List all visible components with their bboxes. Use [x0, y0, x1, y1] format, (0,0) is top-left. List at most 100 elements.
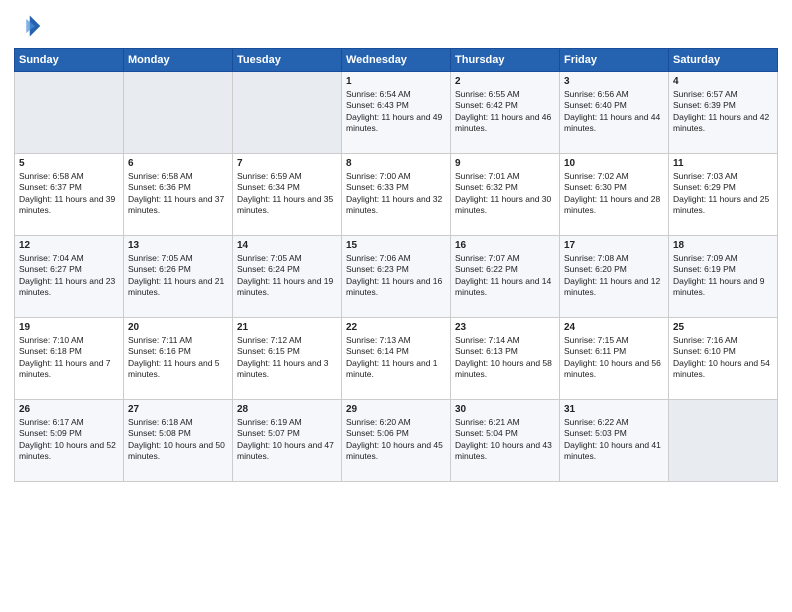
header-cell-saturday: Saturday [669, 49, 778, 72]
cell-content: Sunrise: 6:18 AM Sunset: 5:08 PM Dayligh… [128, 417, 228, 463]
day-number: 26 [19, 404, 119, 415]
day-number: 9 [455, 158, 555, 169]
day-number: 29 [346, 404, 446, 415]
day-number: 27 [128, 404, 228, 415]
day-number: 14 [237, 240, 337, 251]
calendar-cell: 5 Sunrise: 6:58 AM Sunset: 6:37 PM Daylig… [15, 154, 124, 236]
page: SundayMondayTuesdayWednesdayThursdayFrid… [0, 0, 792, 612]
calendar-cell: 23 Sunrise: 7:14 AM Sunset: 6:13 PM Dayli… [451, 318, 560, 400]
calendar-cell: 19 Sunrise: 7:10 AM Sunset: 6:18 PM Dayli… [15, 318, 124, 400]
day-number: 31 [564, 404, 664, 415]
cell-content: Sunrise: 6:58 AM Sunset: 6:37 PM Dayligh… [19, 171, 119, 217]
calendar-cell: 11Sunrise: 7:03 AM Sunset: 6:29 PM Dayli… [669, 154, 778, 236]
calendar-cell: 1Sunrise: 6:54 AM Sunset: 6:43 PM Daylig… [342, 72, 451, 154]
cell-content: Sunrise: 6:58 AM Sunset: 6:36 PM Dayligh… [128, 171, 228, 217]
calendar-cell: 6 Sunrise: 6:58 AM Sunset: 6:36 PM Daylig… [124, 154, 233, 236]
calendar-cell: 20 Sunrise: 7:11 AM Sunset: 6:16 PM Dayli… [124, 318, 233, 400]
calendar-cell: 21 Sunrise: 7:12 AM Sunset: 6:15 PM Dayli… [233, 318, 342, 400]
day-number: 24 [564, 322, 664, 333]
calendar-cell: 18Sunrise: 7:09 AM Sunset: 6:19 PM Dayli… [669, 236, 778, 318]
calendar-cell: 12Sunrise: 7:04 AM Sunset: 6:27 PM Dayli… [15, 236, 124, 318]
cell-content: Sunrise: 6:19 AM Sunset: 5:07 PM Dayligh… [237, 417, 337, 463]
calendar-cell: 28 Sunrise: 6:19 AM Sunset: 5:07 PM Dayli… [233, 400, 342, 482]
cell-content: Sunrise: 7:16 AM Sunset: 6:10 PM Dayligh… [673, 335, 773, 381]
cell-content: Sunrise: 7:14 AM Sunset: 6:13 PM Dayligh… [455, 335, 555, 381]
header-cell-friday: Friday [560, 49, 669, 72]
calendar-cell: 14 Sunrise: 7:05 AM Sunset: 6:24 PM Dayli… [233, 236, 342, 318]
week-row-3: 12Sunrise: 7:04 AM Sunset: 6:27 PM Dayli… [15, 236, 778, 318]
calendar-header: SundayMondayTuesdayWednesdayThursdayFrid… [15, 49, 778, 72]
cell-content: Sunrise: 7:11 AM Sunset: 6:16 PM Dayligh… [128, 335, 228, 381]
calendar-cell [669, 400, 778, 482]
day-number: 5 [19, 158, 119, 169]
calendar-cell: 13 Sunrise: 7:05 AM Sunset: 6:26 PM Dayli… [124, 236, 233, 318]
cell-content: Sunrise: 6:59 AM Sunset: 6:34 PM Dayligh… [237, 171, 337, 217]
calendar-body: 1Sunrise: 6:54 AM Sunset: 6:43 PM Daylig… [15, 72, 778, 482]
cell-content: Sunrise: 6:57 AM Sunset: 6:39 PM Dayligh… [673, 89, 773, 135]
header-cell-wednesday: Wednesday [342, 49, 451, 72]
calendar-cell: 3Sunrise: 6:56 AM Sunset: 6:40 PM Daylig… [560, 72, 669, 154]
cell-content: Sunrise: 7:06 AM Sunset: 6:23 PM Dayligh… [346, 253, 446, 299]
day-number: 15 [346, 240, 446, 251]
cell-content: Sunrise: 7:10 AM Sunset: 6:18 PM Dayligh… [19, 335, 119, 381]
cell-content: Sunrise: 7:08 AM Sunset: 6:20 PM Dayligh… [564, 253, 664, 299]
cell-content: Sunrise: 6:21 AM Sunset: 5:04 PM Dayligh… [455, 417, 555, 463]
day-number: 21 [237, 322, 337, 333]
calendar-cell: 10 Sunrise: 7:02 AM Sunset: 6:30 PM Dayli… [560, 154, 669, 236]
week-row-1: 1Sunrise: 6:54 AM Sunset: 6:43 PM Daylig… [15, 72, 778, 154]
calendar-cell: 17Sunrise: 7:08 AM Sunset: 6:20 PM Dayli… [560, 236, 669, 318]
calendar-cell: 22 Sunrise: 7:13 AM Sunset: 6:14 PM Dayli… [342, 318, 451, 400]
header-cell-thursday: Thursday [451, 49, 560, 72]
header-cell-tuesday: Tuesday [233, 49, 342, 72]
calendar-cell: 9 Sunrise: 7:01 AM Sunset: 6:32 PM Daylig… [451, 154, 560, 236]
logo-icon [14, 12, 42, 40]
calendar-cell: 15 Sunrise: 7:06 AM Sunset: 6:23 PM Dayli… [342, 236, 451, 318]
day-number: 11 [673, 158, 773, 169]
cell-content: Sunrise: 7:12 AM Sunset: 6:15 PM Dayligh… [237, 335, 337, 381]
day-number: 7 [237, 158, 337, 169]
cell-content: Sunrise: 7:05 AM Sunset: 6:26 PM Dayligh… [128, 253, 228, 299]
calendar-cell: 4Sunrise: 6:57 AM Sunset: 6:39 PM Daylig… [669, 72, 778, 154]
calendar-cell: 26Sunrise: 6:17 AM Sunset: 5:09 PM Dayli… [15, 400, 124, 482]
day-number: 6 [128, 158, 228, 169]
calendar-table: SundayMondayTuesdayWednesdayThursdayFrid… [14, 48, 778, 482]
day-number: 2 [455, 76, 555, 87]
calendar-cell: 8Sunrise: 7:00 AM Sunset: 6:33 PM Daylig… [342, 154, 451, 236]
header [14, 12, 778, 40]
calendar-cell: 25 Sunrise: 7:16 AM Sunset: 6:10 PM Dayli… [669, 318, 778, 400]
cell-content: Sunrise: 7:05 AM Sunset: 6:24 PM Dayligh… [237, 253, 337, 299]
day-number: 23 [455, 322, 555, 333]
cell-content: Sunrise: 7:15 AM Sunset: 6:11 PM Dayligh… [564, 335, 664, 381]
calendar-cell: 2Sunrise: 6:55 AM Sunset: 6:42 PM Daylig… [451, 72, 560, 154]
header-cell-monday: Monday [124, 49, 233, 72]
cell-content: Sunrise: 7:13 AM Sunset: 6:14 PM Dayligh… [346, 335, 446, 381]
cell-content: Sunrise: 6:20 AM Sunset: 5:06 PM Dayligh… [346, 417, 446, 463]
calendar-cell [233, 72, 342, 154]
header-row: SundayMondayTuesdayWednesdayThursdayFrid… [15, 49, 778, 72]
header-cell-sunday: Sunday [15, 49, 124, 72]
logo [14, 12, 46, 40]
day-number: 18 [673, 240, 773, 251]
cell-content: Sunrise: 7:02 AM Sunset: 6:30 PM Dayligh… [564, 171, 664, 217]
cell-content: Sunrise: 6:22 AM Sunset: 5:03 PM Dayligh… [564, 417, 664, 463]
day-number: 28 [237, 404, 337, 415]
calendar-cell: 29 Sunrise: 6:20 AM Sunset: 5:06 PM Dayli… [342, 400, 451, 482]
cell-content: Sunrise: 6:56 AM Sunset: 6:40 PM Dayligh… [564, 89, 664, 135]
calendar-cell: 31 Sunrise: 6:22 AM Sunset: 5:03 PM Dayli… [560, 400, 669, 482]
week-row-2: 5 Sunrise: 6:58 AM Sunset: 6:37 PM Daylig… [15, 154, 778, 236]
cell-content: Sunrise: 7:04 AM Sunset: 6:27 PM Dayligh… [19, 253, 119, 299]
calendar-cell: 16Sunrise: 7:07 AM Sunset: 6:22 PM Dayli… [451, 236, 560, 318]
day-number: 19 [19, 322, 119, 333]
cell-content: Sunrise: 6:54 AM Sunset: 6:43 PM Dayligh… [346, 89, 446, 135]
day-number: 25 [673, 322, 773, 333]
day-number: 22 [346, 322, 446, 333]
calendar-cell: 30 Sunrise: 6:21 AM Sunset: 5:04 PM Dayli… [451, 400, 560, 482]
day-number: 10 [564, 158, 664, 169]
calendar-cell [15, 72, 124, 154]
cell-content: Sunrise: 7:01 AM Sunset: 6:32 PM Dayligh… [455, 171, 555, 217]
day-number: 20 [128, 322, 228, 333]
calendar-cell [124, 72, 233, 154]
day-number: 30 [455, 404, 555, 415]
calendar-cell: 7 Sunrise: 6:59 AM Sunset: 6:34 PM Daylig… [233, 154, 342, 236]
day-number: 13 [128, 240, 228, 251]
